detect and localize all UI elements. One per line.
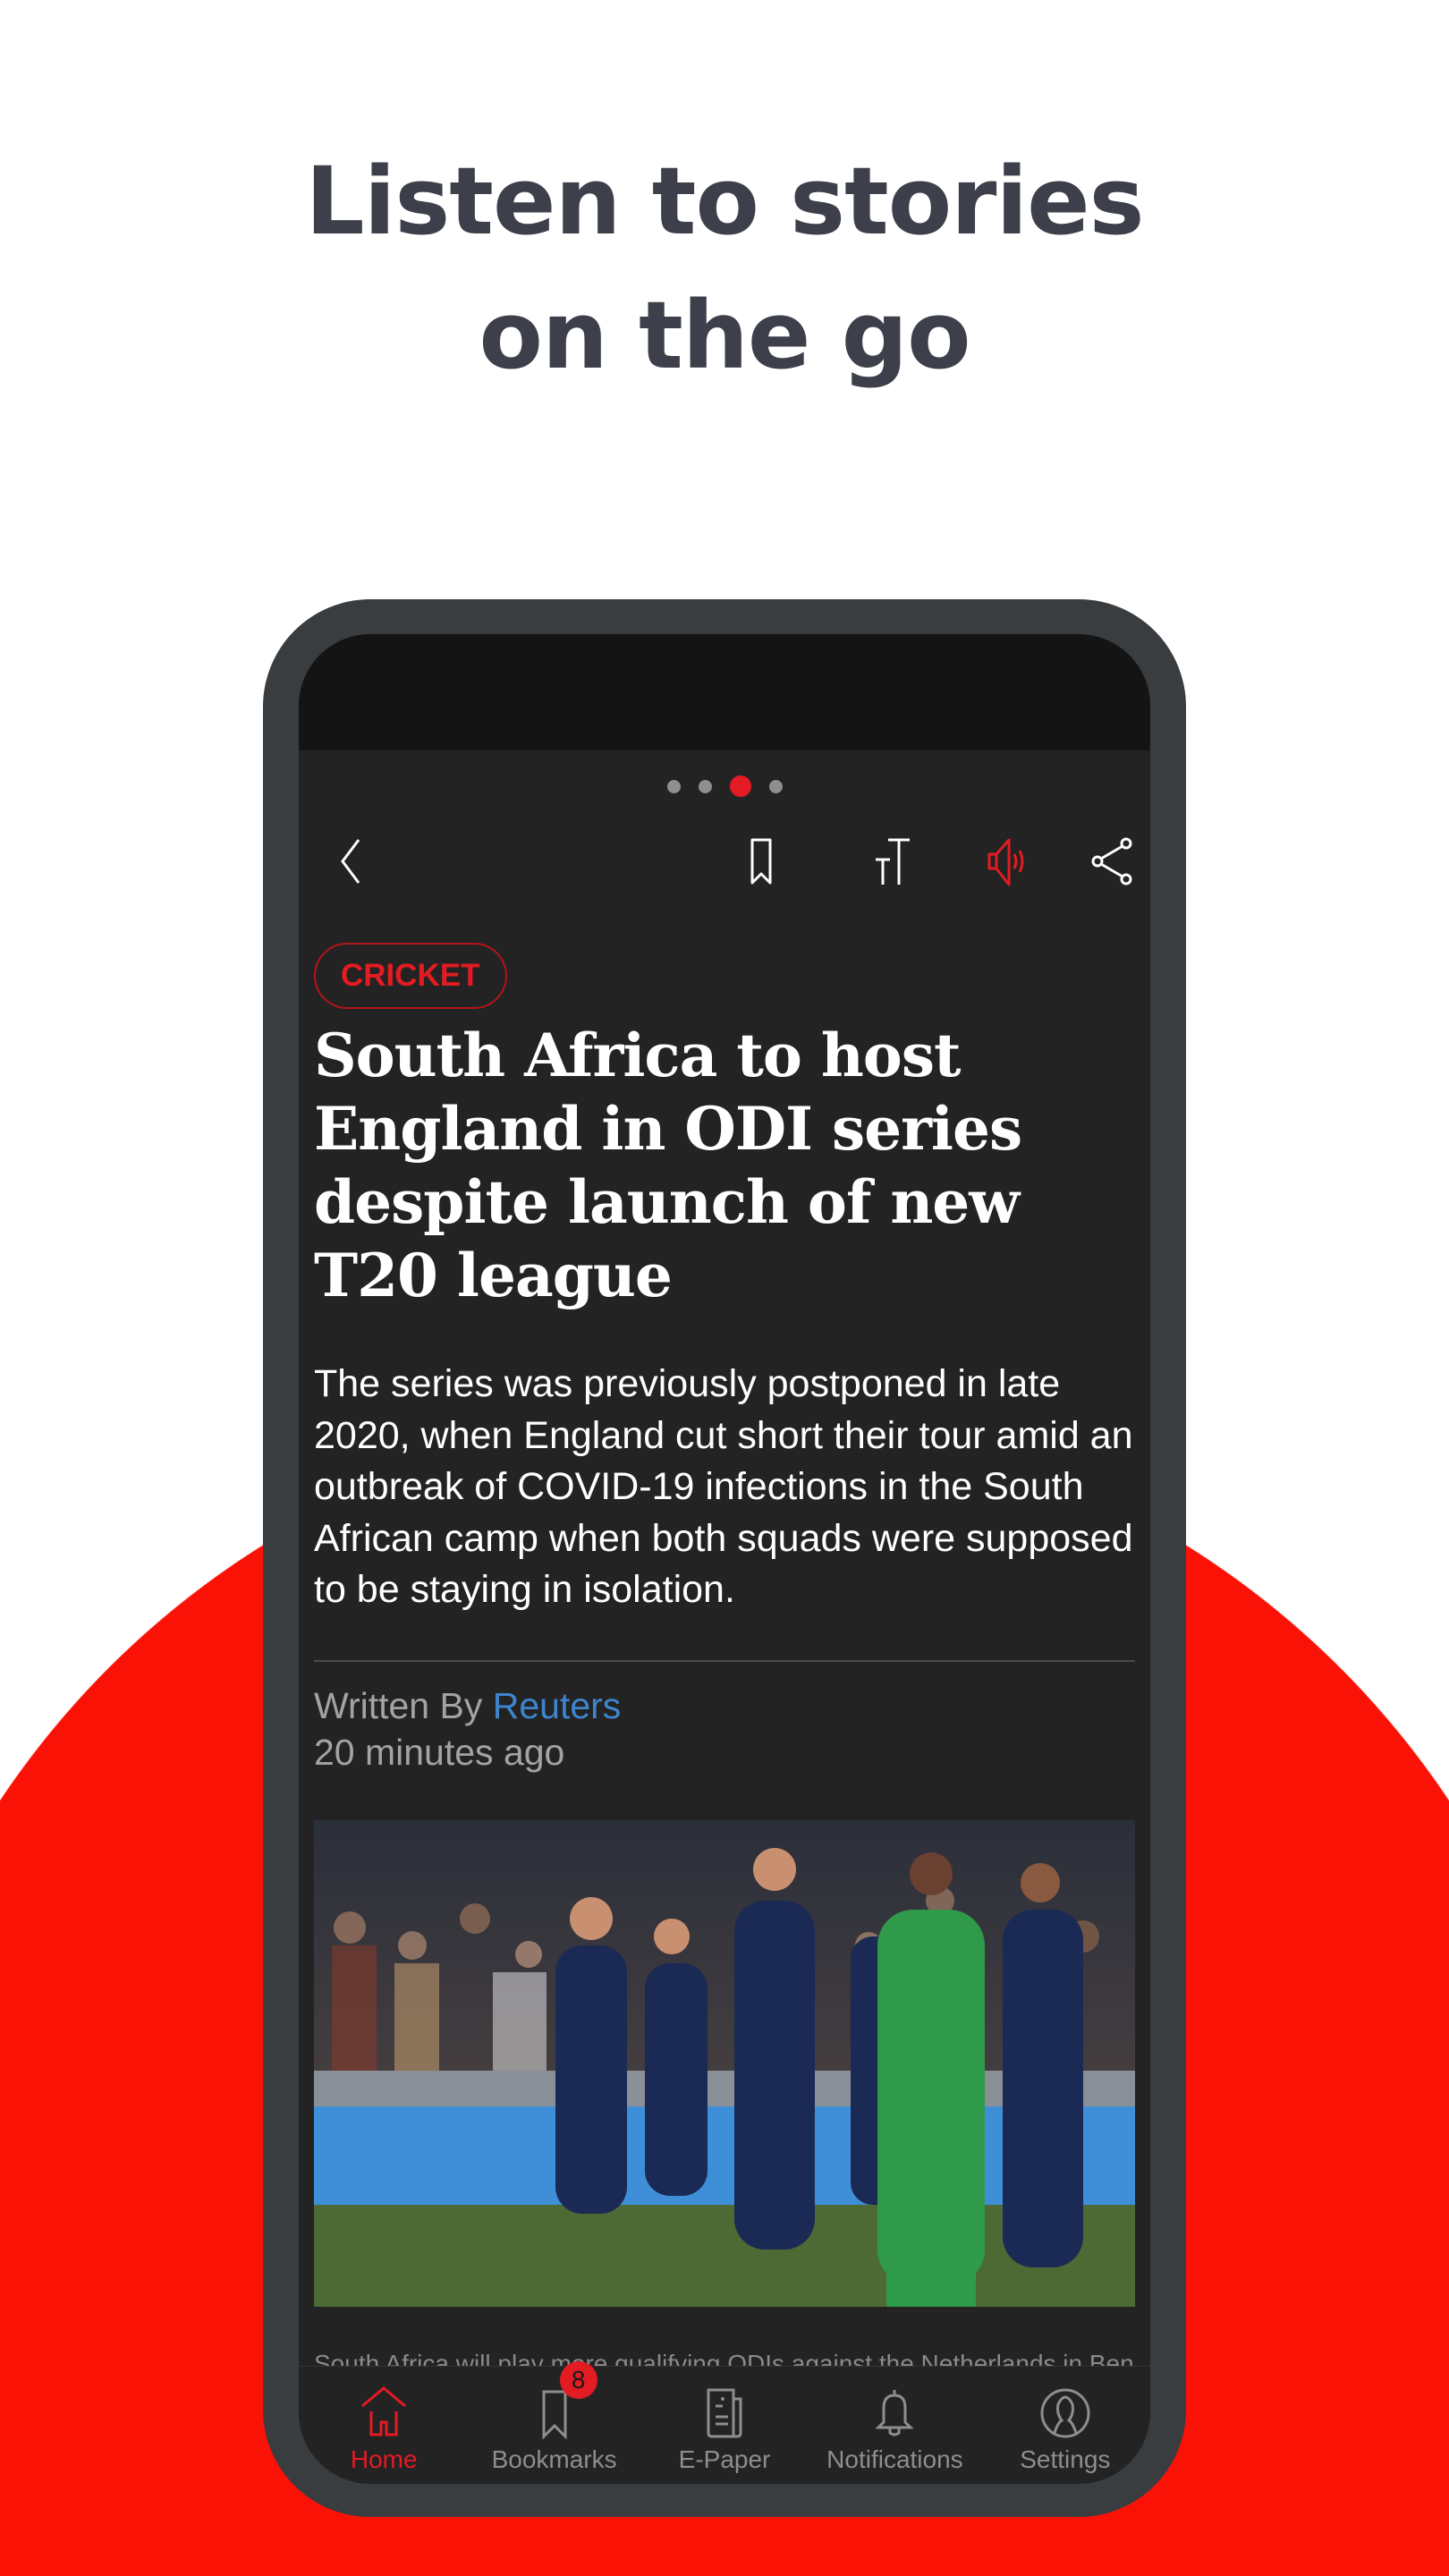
bell-icon bbox=[875, 2390, 915, 2436]
nav-label: Settings bbox=[1020, 2445, 1111, 2473]
byline: Written By Reuters 20 minutes ago bbox=[314, 1682, 621, 1775]
cricket-players-photo bbox=[314, 1820, 1135, 2307]
bookmark-button[interactable] bbox=[734, 835, 788, 888]
share-icon bbox=[1091, 837, 1132, 886]
page-dot[interactable] bbox=[666, 779, 681, 793]
written-by-label: Written By bbox=[314, 1685, 483, 1726]
newspaper-icon bbox=[707, 2388, 742, 2438]
nav-label: Home bbox=[350, 2445, 418, 2473]
page-dot-active[interactable] bbox=[729, 775, 751, 797]
promo-headline: Listen to stories on the go bbox=[0, 134, 1449, 402]
article-summary: The series was previously postponed in l… bbox=[314, 1362, 1133, 1611]
nav-notifications[interactable]: Notifications bbox=[809, 2367, 979, 2484]
back-button[interactable] bbox=[325, 835, 378, 888]
text-size-button[interactable] bbox=[869, 835, 922, 888]
bookmark-icon bbox=[750, 838, 772, 885]
nav-bookmarks[interactable]: 8 Bookmarks bbox=[469, 2361, 639, 2484]
phone-screen: CRICKET South Africa to host England in … bbox=[299, 634, 1150, 2484]
status-bar bbox=[299, 634, 1150, 750]
nav-label: Notifications bbox=[826, 2445, 963, 2473]
bookmarks-count-badge: 8 bbox=[559, 2361, 597, 2399]
share-button[interactable] bbox=[1085, 835, 1139, 888]
category-tag[interactable]: CRICKET bbox=[314, 943, 507, 1009]
profile-icon bbox=[1040, 2388, 1090, 2438]
listen-button[interactable] bbox=[982, 835, 1036, 888]
nav-epaper[interactable]: E-Paper bbox=[640, 2367, 809, 2484]
nav-label: Bookmarks bbox=[491, 2445, 617, 2473]
headline-line-2: on the go bbox=[479, 281, 970, 390]
text-size-icon bbox=[876, 838, 910, 885]
page-dot[interactable] bbox=[698, 779, 712, 793]
nav-label: E-Paper bbox=[678, 2445, 771, 2473]
page-dot[interactable] bbox=[768, 779, 783, 793]
author-link[interactable]: Reuters bbox=[493, 1685, 622, 1726]
headline-line-1: Listen to stories bbox=[305, 147, 1144, 256]
phone-frame: CRICKET South Africa to host England in … bbox=[263, 599, 1186, 2517]
timestamp: 20 minutes ago bbox=[314, 1732, 565, 1773]
image-caption: South Africa will play more qualifying O… bbox=[314, 2350, 1135, 2366]
back-icon bbox=[341, 839, 360, 884]
speaker-icon bbox=[987, 838, 1024, 886]
nav-home[interactable]: Home bbox=[299, 2367, 469, 2484]
divider bbox=[314, 1660, 1135, 1662]
article-title: South Africa to host England in ODI seri… bbox=[314, 1021, 1022, 1310]
nav-settings[interactable]: Settings bbox=[980, 2367, 1150, 2484]
page-indicator bbox=[299, 775, 1150, 797]
home-icon bbox=[361, 2386, 407, 2436]
article-image bbox=[314, 1820, 1135, 2307]
bottom-nav: Home 8 Bookmarks E-Paper Notifications S… bbox=[299, 2361, 1150, 2484]
